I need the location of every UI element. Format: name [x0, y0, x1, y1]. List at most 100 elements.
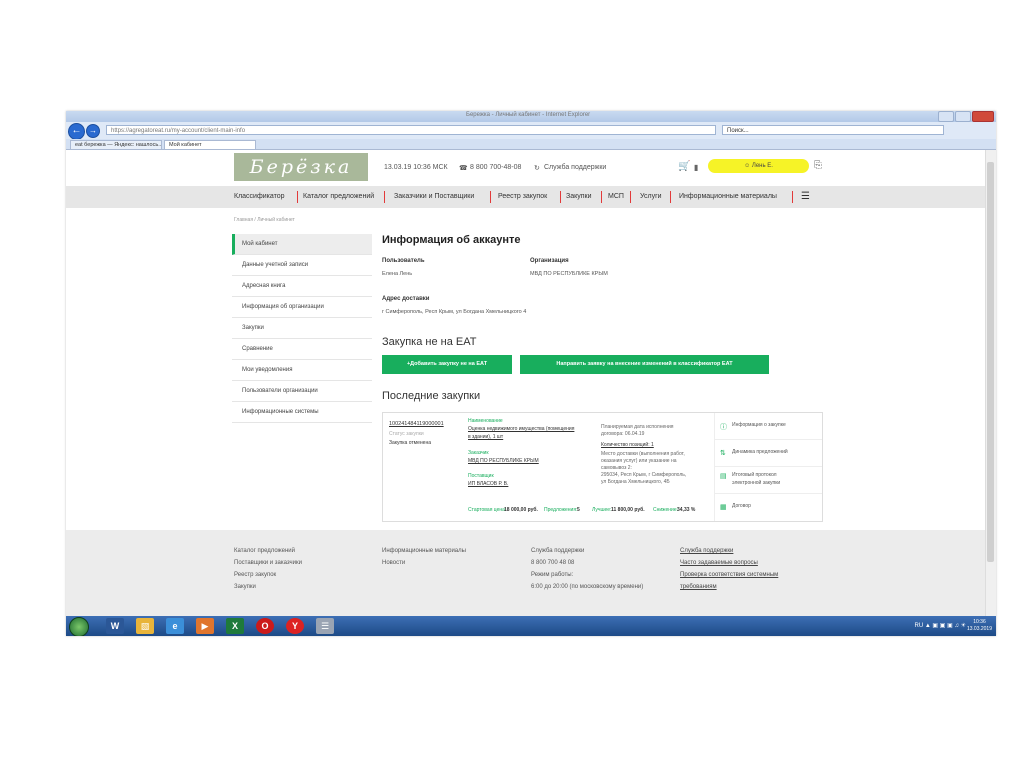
web-page: Берёзка 13.03.19 10:36 МСК ☎ 8 800 700-4…	[66, 150, 986, 616]
offers-label: Предложения:	[544, 507, 578, 513]
status-value: Закупка отменена	[389, 440, 431, 446]
purchase-name-line2[interactable]: в здании), 1 шт	[468, 434, 503, 440]
action-label: Итоговый протокол	[732, 472, 777, 478]
start-price-label: Стартовая цена:	[468, 507, 507, 513]
footer-link[interactable]: Служба поддержки	[680, 548, 778, 560]
menu-item-msp[interactable]: МСП	[608, 186, 624, 208]
media-player-icon[interactable]: ▶	[196, 618, 214, 634]
yandex-icon[interactable]: Y	[286, 618, 304, 634]
purchase-number[interactable]: 100241484119000001	[389, 421, 444, 427]
user-profile-button[interactable]: ☺ Лень Е.	[708, 159, 809, 173]
browser-tab-yandex[interactable]: eat бережка — Яндекс: нашлось...	[70, 140, 162, 149]
sidebar-item-info-systems[interactable]: Информационные системы	[232, 402, 372, 423]
cart-icon[interactable]: 🛒	[678, 161, 690, 172]
footer-link[interactable]: Проверка соответствия системным	[680, 572, 778, 584]
name-label: Наименование	[468, 418, 503, 424]
sidebar-item-purchases[interactable]: Закупки	[232, 318, 372, 339]
language-indicator[interactable]: RU	[914, 623, 923, 629]
browser-tab-cabinet[interactable]: Мой кабинет	[164, 140, 256, 149]
support-link[interactable]: Служба поддержки	[544, 164, 606, 171]
menu-item-services[interactable]: Услуги	[640, 186, 662, 208]
add-purchase-button[interactable]: +Добавить закупку не на ЕАТ	[382, 355, 512, 374]
footer-text: Режим работы:	[531, 572, 574, 578]
breadcrumb[interactable]: Главная / Личный кабинет	[234, 217, 295, 223]
action-purchase-info[interactable]: ⓘ Информация о закупке	[715, 413, 822, 440]
menu-separator	[560, 191, 561, 203]
close-button[interactable]	[972, 111, 994, 122]
menu-item-registry[interactable]: Реестр закупок	[498, 186, 547, 208]
maximize-button[interactable]	[955, 111, 971, 122]
action-offers-dynamics[interactable]: ⇅ Динамика предложений	[715, 440, 822, 467]
sidebar-item-notifications[interactable]: Мои уведомления	[232, 360, 372, 381]
positions-link[interactable]: Количество позиций: 1	[601, 442, 654, 448]
hamburger-menu-icon[interactable]: ☰	[801, 186, 810, 208]
user-name: Лень Е.	[751, 163, 773, 169]
logout-icon[interactable]: ⎘	[814, 160, 822, 171]
footer-text: 8 800 700 48 08	[531, 560, 575, 566]
system-tray: RU ▲ ▣ ▣ ▣ ♫ ☀	[914, 622, 966, 629]
action-final-protocol[interactable]: ▤ Итоговый протокол электронной закупки	[715, 467, 822, 494]
purchase-name-line1[interactable]: Оценка недвижимого имущества (помещения	[468, 426, 574, 432]
classifier-request-button[interactable]: Направить заявку на внесение изменений в…	[520, 355, 769, 374]
action-label-line2: электронной закупки	[732, 480, 781, 486]
address-bar[interactable]: https://agregatoreat.ru/my-account/clien…	[106, 125, 716, 135]
supplier-value[interactable]: ИП ВЛАСОВ Р. В.	[468, 481, 508, 487]
clock-date: 13.03.2019	[966, 626, 992, 632]
user-icon: ☺	[744, 163, 751, 169]
sidebar-item-account-data[interactable]: Данные учетной записи	[232, 255, 372, 276]
sidebar-item-comparison[interactable]: Сравнение	[232, 339, 372, 360]
vertical-scrollbar[interactable]	[985, 150, 996, 616]
menu-item-customers[interactable]: Заказчики и Поставщики	[394, 186, 474, 208]
delivery-line5: ул Богдана Хмельницкого, 4Б	[601, 479, 670, 485]
menu-separator	[384, 191, 385, 203]
start-price-value: 18 000,00 руб.	[504, 507, 538, 513]
footer-link[interactable]: Каталог предложений	[234, 548, 302, 560]
sidebar-item-address-book[interactable]: Адресная книга	[232, 276, 372, 297]
ie-icon[interactable]: e	[166, 618, 184, 634]
menu-item-info[interactable]: Информационные материалы	[679, 186, 777, 208]
customer-value[interactable]: МВД ПО РЕСПУБЛИКЕ КРЫМ	[468, 458, 539, 464]
footer-link[interactable]: Поставщики и заказчики	[234, 560, 302, 572]
site-logo[interactable]: Берёзка	[234, 153, 368, 181]
sidebar: Мой кабинет Данные учетной записи Адресн…	[232, 234, 372, 423]
header-datetime: 13.03.19 10:36 МСК	[384, 164, 448, 171]
org-label: Организация	[530, 258, 569, 264]
minimize-button[interactable]	[938, 111, 954, 122]
customer-label: Заказчик	[468, 450, 489, 456]
action-contract[interactable]: ▦ Договор	[715, 494, 822, 520]
search-input[interactable]: Поиск...	[722, 125, 944, 135]
footer-link[interactable]: Часто задаваемые вопросы	[680, 560, 778, 572]
menu-item-catalog[interactable]: Каталог предложений	[303, 186, 374, 208]
sidebar-item-organization[interactable]: Информация об организации	[232, 297, 372, 318]
scrollbar-thumb[interactable]	[987, 162, 994, 562]
clock[interactable]: 10:36 13.03.2019	[967, 619, 992, 633]
word-icon[interactable]: W	[106, 618, 124, 634]
footer-link[interactable]: Реестр закупок	[234, 572, 302, 584]
stats-icon[interactable]: ▮	[694, 163, 698, 172]
sidebar-item-my-cabinet[interactable]: Мой кабинет	[232, 234, 372, 255]
back-arrow-icon[interactable]: ←	[68, 123, 85, 140]
delivery-line3: самовывоз 2:	[601, 465, 632, 471]
menu-item-classifier[interactable]: Классификатор	[234, 186, 285, 208]
sidebar-item-org-users[interactable]: Пользователи организации	[232, 381, 372, 402]
address-label: Адрес доставки	[382, 296, 430, 302]
main-menu: Классификатор Каталог предложений Заказч…	[66, 186, 986, 208]
footer-col-4: Служба поддержки Часто задаваемые вопрос…	[680, 548, 778, 596]
notepad-icon[interactable]: ☰	[316, 618, 334, 634]
menu-separator	[670, 191, 671, 203]
footer-link[interactable]: Новости	[382, 560, 466, 572]
opera-icon[interactable]: O	[256, 618, 274, 634]
excel-icon[interactable]: X	[226, 618, 244, 634]
footer-col-1: Каталог предложений Поставщики и заказчи…	[234, 548, 302, 596]
forward-arrow-icon[interactable]: →	[86, 124, 100, 138]
footer-link[interactable]: требованиям	[680, 584, 778, 596]
screen: Бережка - Личный кабинет - Internet Expl…	[66, 111, 996, 636]
folder-icon[interactable]: ▧	[136, 618, 154, 634]
footer-link[interactable]: Информационные материалы	[382, 548, 466, 560]
user-label: Пользователь	[382, 258, 425, 264]
menu-item-purchases[interactable]: Закупки	[566, 186, 592, 208]
start-button[interactable]	[69, 617, 89, 636]
purchase-card: 100241484119000001 Статус закупки Закупк…	[382, 412, 823, 522]
org-value: МВД ПО РЕСПУБЛИКЕ КРЫМ	[530, 271, 608, 277]
footer-link[interactable]: Закупки	[234, 584, 302, 596]
